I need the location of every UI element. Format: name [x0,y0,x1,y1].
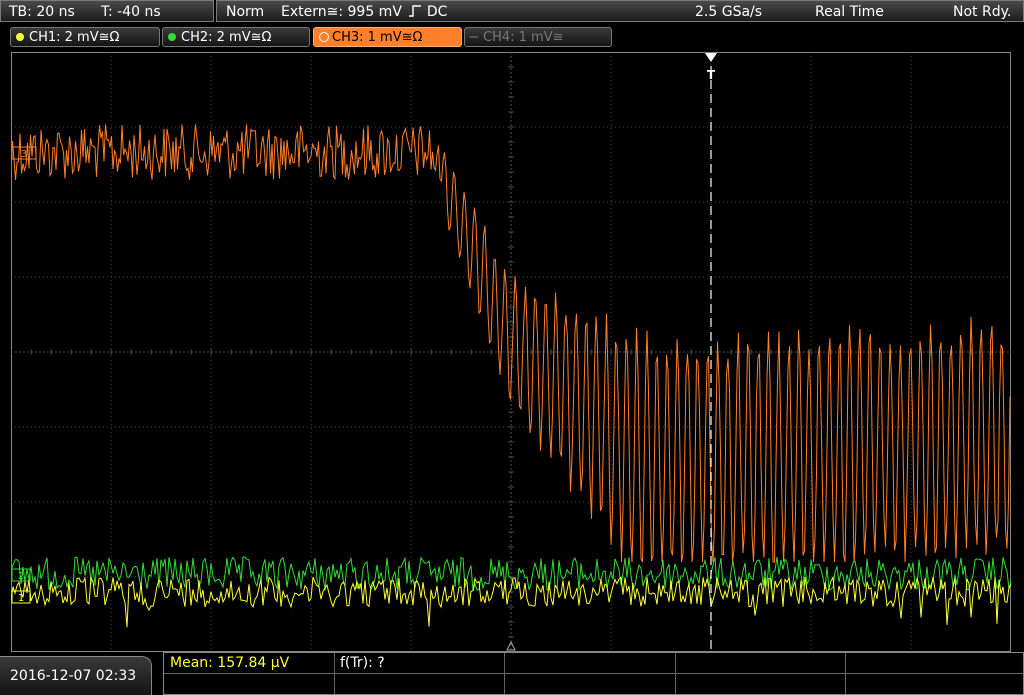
measurement-panel[interactable]: Mean: 157.84 µV f(Tr): ? [163,652,1024,695]
trigger-source-label: Extern≅: 995 mV [281,4,402,20]
trigger-coupling: DC [426,4,448,20]
acquisition-mode: Real Time [815,4,884,20]
acquisition-status: Not Rdy. [953,4,1012,20]
channel-1-marker-label: 1 [18,593,24,604]
mean-measurement: Mean: 157.84 µV [170,655,290,671]
channel-3-marker-label: 3 [21,149,27,160]
fall-time-measurement: f(Tr): ? [340,655,385,671]
timebase-panel[interactable]: TB: 20 ns T: -40 ns [0,0,214,22]
channel-4-label: CH4: 1 mV≅ [483,30,564,45]
channel-3-tab[interactable]: CH3: 1 mV≅Ω [313,27,462,47]
datetime-display: 2016-12-07 02:33 [0,656,152,695]
top-status-bar: TB: 20 ns T: -40 ns Norm Extern≅: 995 mV… [0,0,1024,24]
measurement-column-divider [675,653,676,694]
measurement-column-divider [845,653,846,694]
rising-edge-icon [409,2,422,17]
datetime-value: 2016-12-07 02:33 [10,668,137,684]
sample-rate: 2.5 GSa/s [695,4,763,20]
waveform-display[interactable]: T 3 2 1 [11,52,1011,652]
trigger-marker-label: T [707,68,716,82]
measurement-divider [164,673,1023,674]
channel-1-indicator-icon [16,33,24,41]
channel-3-indicator-icon [319,32,329,42]
waveform-canvas[interactable]: T 3 2 1 [11,52,1011,652]
channel-3-label: CH3: 1 mV≅Ω [332,30,423,45]
channel-4-tab[interactable]: CH4: 1 mV≅ [464,27,612,47]
channel-2-tab[interactable]: CH2: 2 mV≅Ω [162,27,310,47]
channel-4-indicator-icon [470,36,478,38]
acquisition-panel[interactable]: Norm Extern≅: 995 mV DC 2.5 GSa/s Real T… [216,0,1024,22]
channel-2-marker-label: 2 [18,571,24,582]
timebase-value: TB: 20 ns [9,4,75,20]
channel-3-trace [11,124,1011,563]
measurement-column-divider [504,653,505,694]
trigger-marker-icon[interactable] [705,53,717,62]
channel-1-label: CH1: 2 mV≅Ω [29,30,120,45]
channel-1-tab[interactable]: CH1: 2 mV≅Ω [10,27,160,47]
channel-2-label: CH2: 2 mV≅Ω [181,30,272,45]
trigger-source: Extern≅: 995 mV DC [281,1,447,23]
trigger-time-value: T: -40 ns [101,4,161,20]
channel-bar: CH1: 2 mV≅Ω CH2: 2 mV≅Ω CH3: 1 mV≅Ω CH4:… [0,24,1024,50]
trigger-mode: Norm [226,4,265,20]
channel-2-indicator-icon [168,33,176,41]
measurement-column-divider [334,653,335,694]
